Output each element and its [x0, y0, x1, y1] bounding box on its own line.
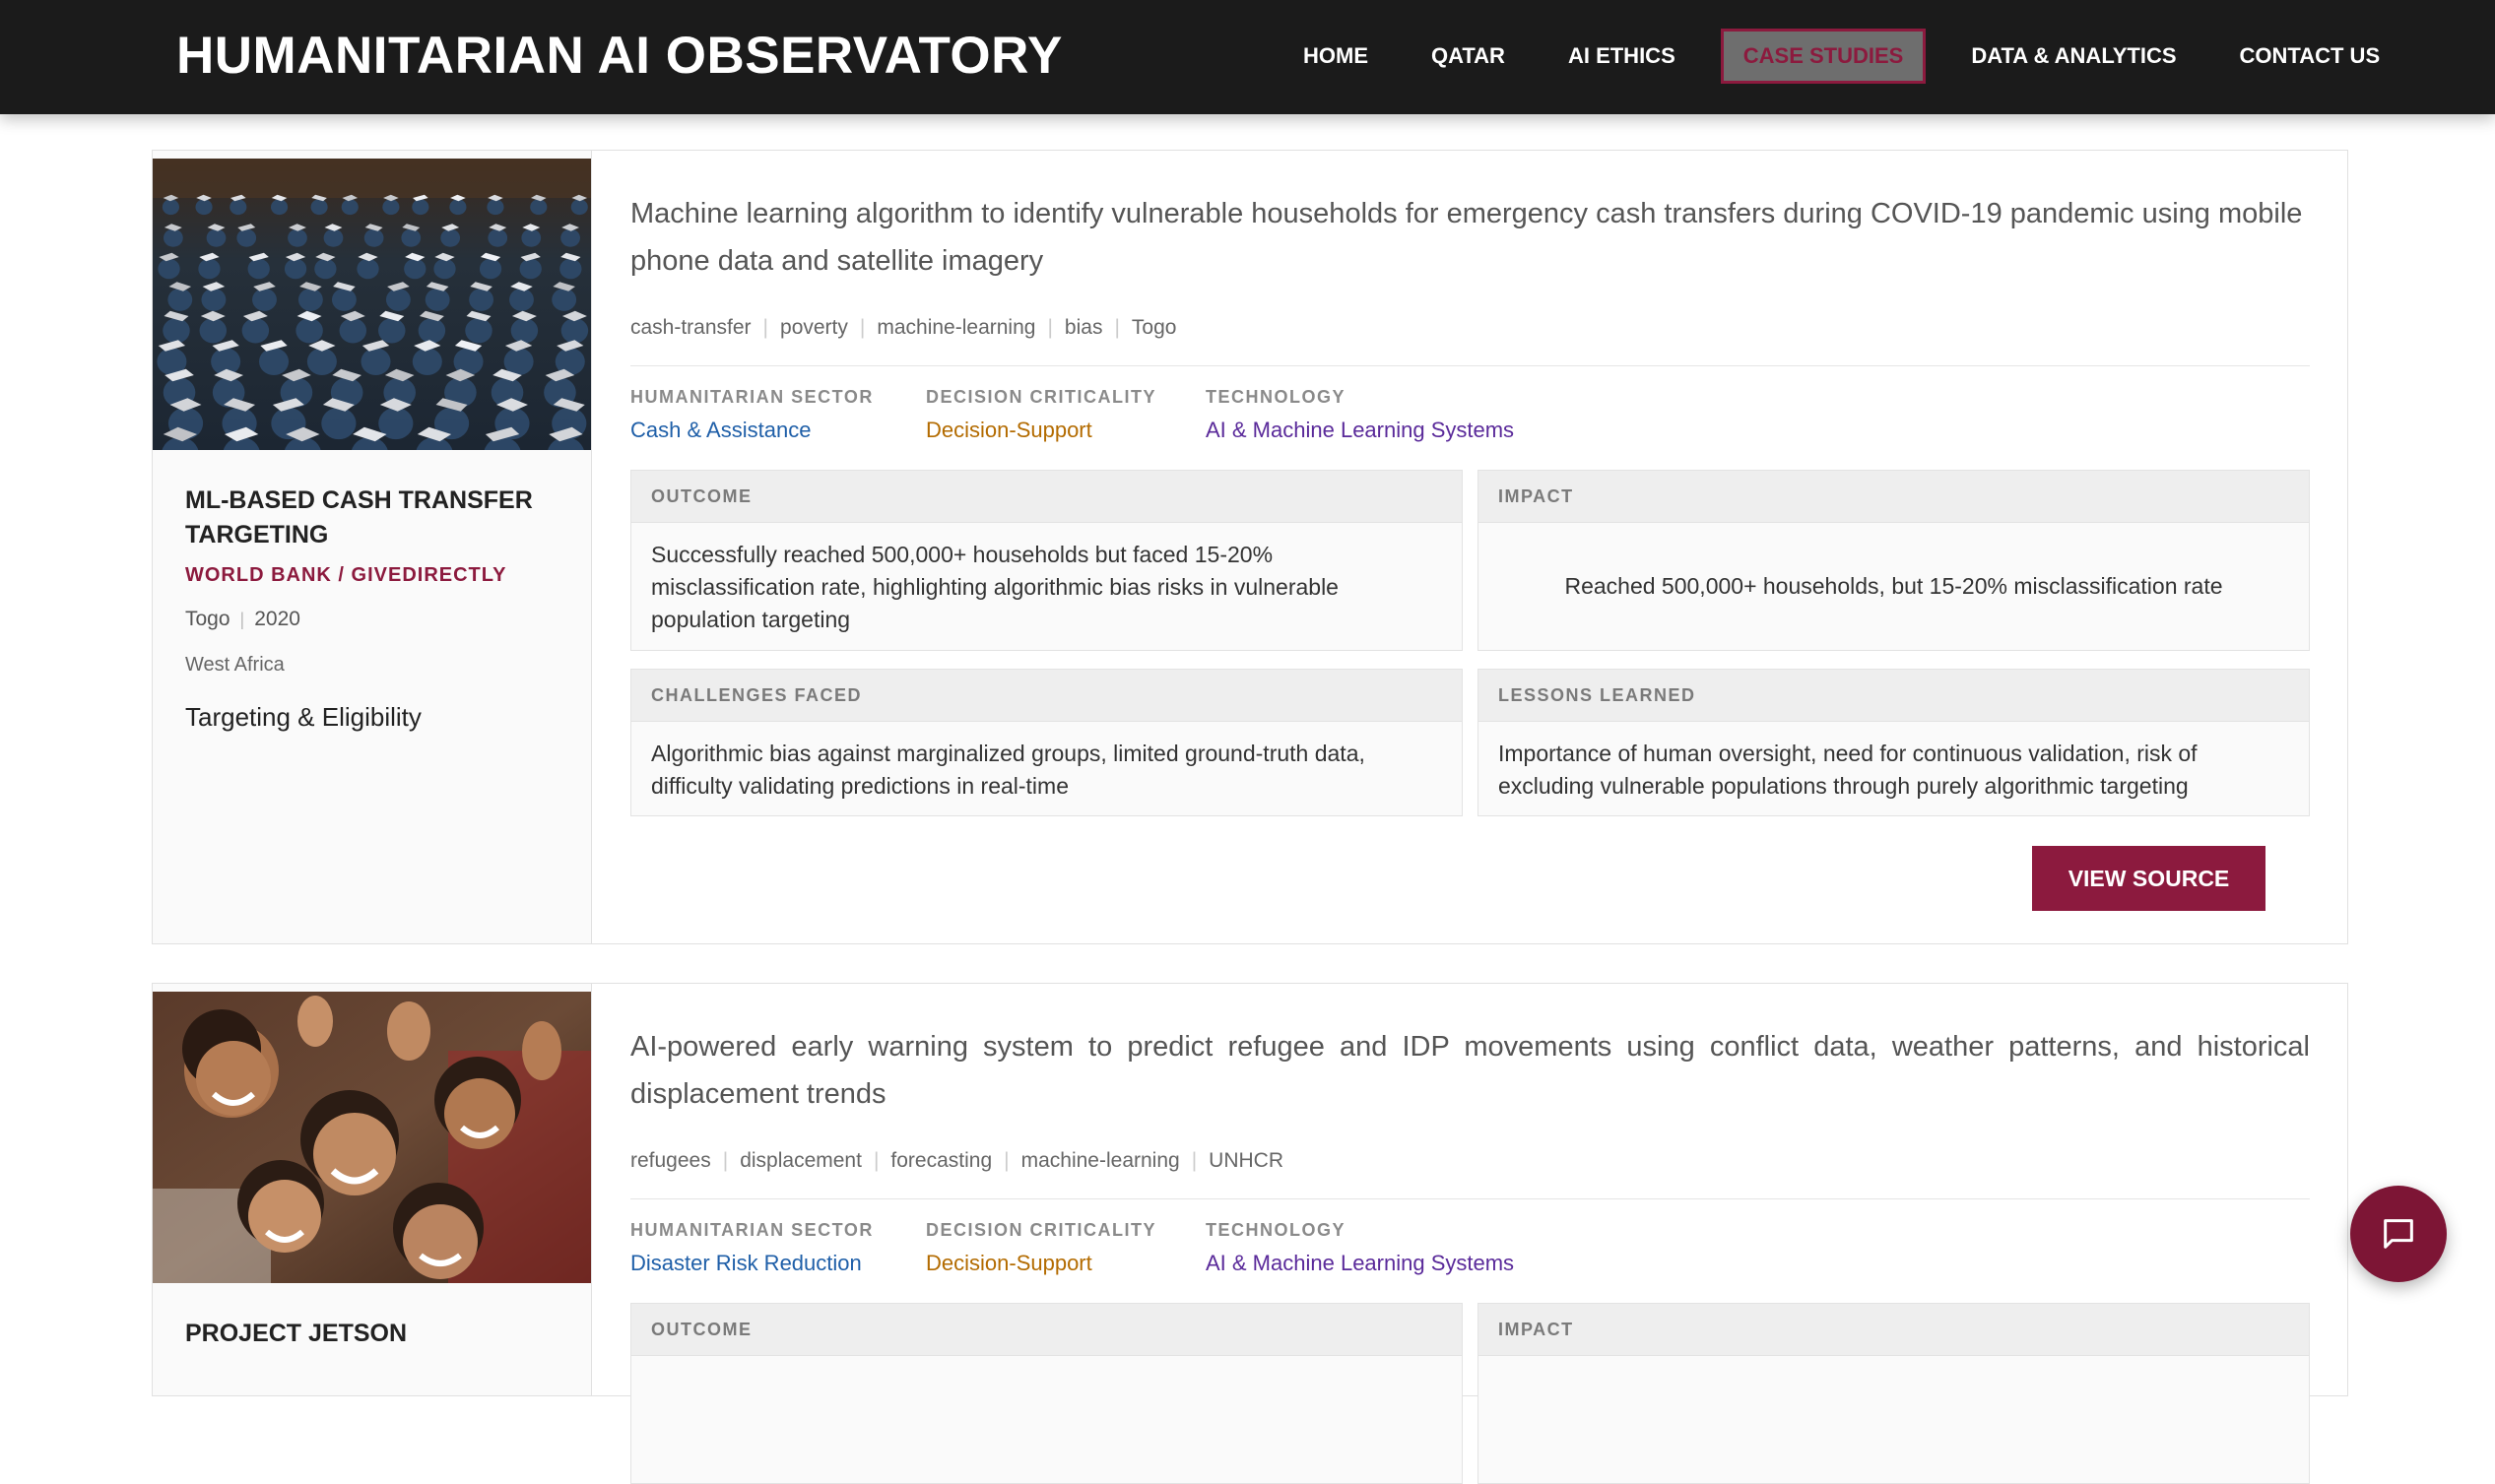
outcome-heading: OUTCOME — [631, 471, 1462, 523]
tag[interactable]: bias — [1065, 316, 1103, 340]
tag-separator: | — [722, 1149, 729, 1172]
outcome-text: Successfully reached 500,000+ households… — [651, 542, 1339, 632]
smiling-children-photo — [153, 992, 591, 1283]
lessons-text: Importance of human oversight, need for … — [1498, 741, 2198, 799]
chat-bubble-icon — [2384, 1219, 2413, 1249]
case-title: PROJECT JETSON — [185, 1320, 408, 1347]
case-description: Machine learning algorithm to identify v… — [630, 198, 2303, 277]
meta-separator: | — [239, 610, 245, 629]
impact-heading: IMPACT — [1478, 1304, 2309, 1356]
divider — [630, 1198, 2310, 1199]
technology-field: TECHNOLOGY AI & Machine Learning Systems — [1206, 1220, 1514, 1276]
case-tags: refugees | displacement | forecasting | machin… — [630, 1149, 1283, 1173]
criticality-field: DECISION CRITICALITY Decision-Support — [926, 1220, 1156, 1276]
nav-data-analytics[interactable]: DATA & ANALYTICS — [1953, 29, 2194, 84]
case-category: Targeting & Eligibility — [185, 702, 422, 732]
outcome-box: OUTCOME Successfully reached 500,000+ ho… — [630, 470, 1463, 651]
case-image — [153, 159, 591, 450]
tag-separator: | — [1047, 316, 1053, 339]
sector-value[interactable]: Cash & Assistance — [630, 418, 874, 443]
tag-separator: | — [873, 1149, 880, 1172]
tag[interactable]: machine-learning — [877, 316, 1035, 340]
criticality-label: DECISION CRITICALITY — [926, 1220, 1157, 1240]
main-nav: HOME QATAR AI ETHICS CASE STUDIES DATA &… — [1285, 29, 2397, 84]
chat-button[interactable] — [2350, 1186, 2447, 1282]
tag[interactable]: displacement — [740, 1149, 862, 1173]
case-year: 2020 — [254, 608, 300, 630]
case-title: ML-BASED CASH TRANSFER TARGETING — [185, 486, 533, 548]
sector-label: HUMANITARIAN SECTOR — [630, 387, 874, 407]
case-image — [153, 992, 591, 1283]
case-tags: cash-transfer | poverty | machine-learning | b… — [630, 316, 1176, 340]
outcome-box: OUTCOME — [630, 1303, 1463, 1484]
criticality-label: DECISION CRITICALITY — [926, 387, 1157, 407]
impact-text: Reached 500,000+ households, but 15-20% … — [1564, 573, 2223, 599]
sector-field: HUMANITARIAN SECTOR Disaster Risk Reduct… — [630, 1220, 874, 1276]
impact-box: IMPACT Reached 500,000+ households, but … — [1477, 470, 2310, 651]
case-main: Machine learning algorithm to identify v… — [630, 151, 2310, 943]
tag-separator: | — [1191, 1149, 1198, 1172]
tag[interactable]: UNHCR — [1209, 1149, 1283, 1173]
criticality-value[interactable]: Decision-Support — [926, 1251, 1156, 1276]
case-organization: WORLD BANK / GIVEDIRECTLY — [185, 564, 507, 586]
view-source-button[interactable]: VIEW SOURCE — [2032, 846, 2265, 911]
case-main: AI-powered early warning system to predi… — [630, 984, 2310, 1484]
case-description: AI-powered early warning system to predi… — [630, 1031, 2310, 1110]
divider — [630, 365, 2310, 366]
case-study-card: ML-BASED CASH TRANSFER TARGETING WORLD B… — [152, 150, 2348, 944]
nav-home[interactable]: HOME — [1285, 29, 1386, 84]
challenges-box: CHALLENGES FACED Algorithmic bias agains… — [630, 669, 1463, 816]
technology-value[interactable]: AI & Machine Learning Systems — [1206, 418, 1514, 443]
challenges-heading: CHALLENGES FACED — [631, 670, 1462, 722]
case-region: West Africa — [185, 654, 285, 676]
case-location-year: Togo | 2020 — [185, 608, 300, 631]
criticality-field: DECISION CRITICALITY Decision-Support — [926, 387, 1156, 443]
sector-value[interactable]: Disaster Risk Reduction — [630, 1251, 874, 1276]
technology-label: TECHNOLOGY — [1206, 387, 1346, 407]
case-sidebar: PROJECT JETSON — [153, 984, 592, 1395]
outcome-heading: OUTCOME — [631, 1304, 1462, 1356]
case-country: Togo — [185, 608, 230, 630]
lessons-heading: LESSONS LEARNED — [1478, 670, 2309, 722]
tag[interactable]: poverty — [780, 316, 848, 340]
site-brand[interactable]: HUMANITARIAN AI OBSERVATORY — [176, 26, 1063, 86]
challenges-text: Algorithmic bias against marginalized gr… — [651, 741, 1365, 799]
sector-field: HUMANITARIAN SECTOR Cash & Assistance — [630, 387, 874, 443]
case-study-card: PROJECT JETSON AI-powered early warning … — [152, 983, 2348, 1484]
impact-box: IMPACT — [1477, 1303, 2310, 1484]
top-navbar: HUMANITARIAN AI OBSERVATORY HOME QATAR A… — [0, 0, 2495, 114]
technology-label: TECHNOLOGY — [1206, 1220, 1346, 1240]
tag-separator: | — [762, 316, 769, 339]
lessons-box: LESSONS LEARNED Importance of human over… — [1477, 669, 2310, 816]
tag-separator: | — [1114, 316, 1120, 339]
tag[interactable]: forecasting — [890, 1149, 992, 1173]
graduation-caps-photo — [153, 159, 591, 450]
nav-contact-us[interactable]: CONTACT US — [2222, 29, 2398, 84]
nav-case-studies[interactable]: CASE STUDIES — [1720, 29, 1927, 84]
tag[interactable]: Togo — [1132, 316, 1177, 340]
tag-separator: | — [1004, 1149, 1010, 1172]
technology-field: TECHNOLOGY AI & Machine Learning Systems — [1206, 387, 1514, 443]
tag[interactable]: machine-learning — [1021, 1149, 1180, 1173]
tag[interactable]: cash-transfer — [630, 316, 752, 340]
criticality-value[interactable]: Decision-Support — [926, 418, 1156, 443]
nav-ai-ethics[interactable]: AI ETHICS — [1550, 29, 1693, 84]
technology-value[interactable]: AI & Machine Learning Systems — [1206, 1251, 1514, 1276]
nav-qatar[interactable]: QATAR — [1413, 29, 1523, 84]
impact-heading: IMPACT — [1478, 471, 2309, 523]
tag-separator: | — [859, 316, 866, 339]
sector-label: HUMANITARIAN SECTOR — [630, 1220, 874, 1240]
case-sidebar: ML-BASED CASH TRANSFER TARGETING WORLD B… — [153, 151, 592, 943]
tag[interactable]: refugees — [630, 1149, 711, 1173]
